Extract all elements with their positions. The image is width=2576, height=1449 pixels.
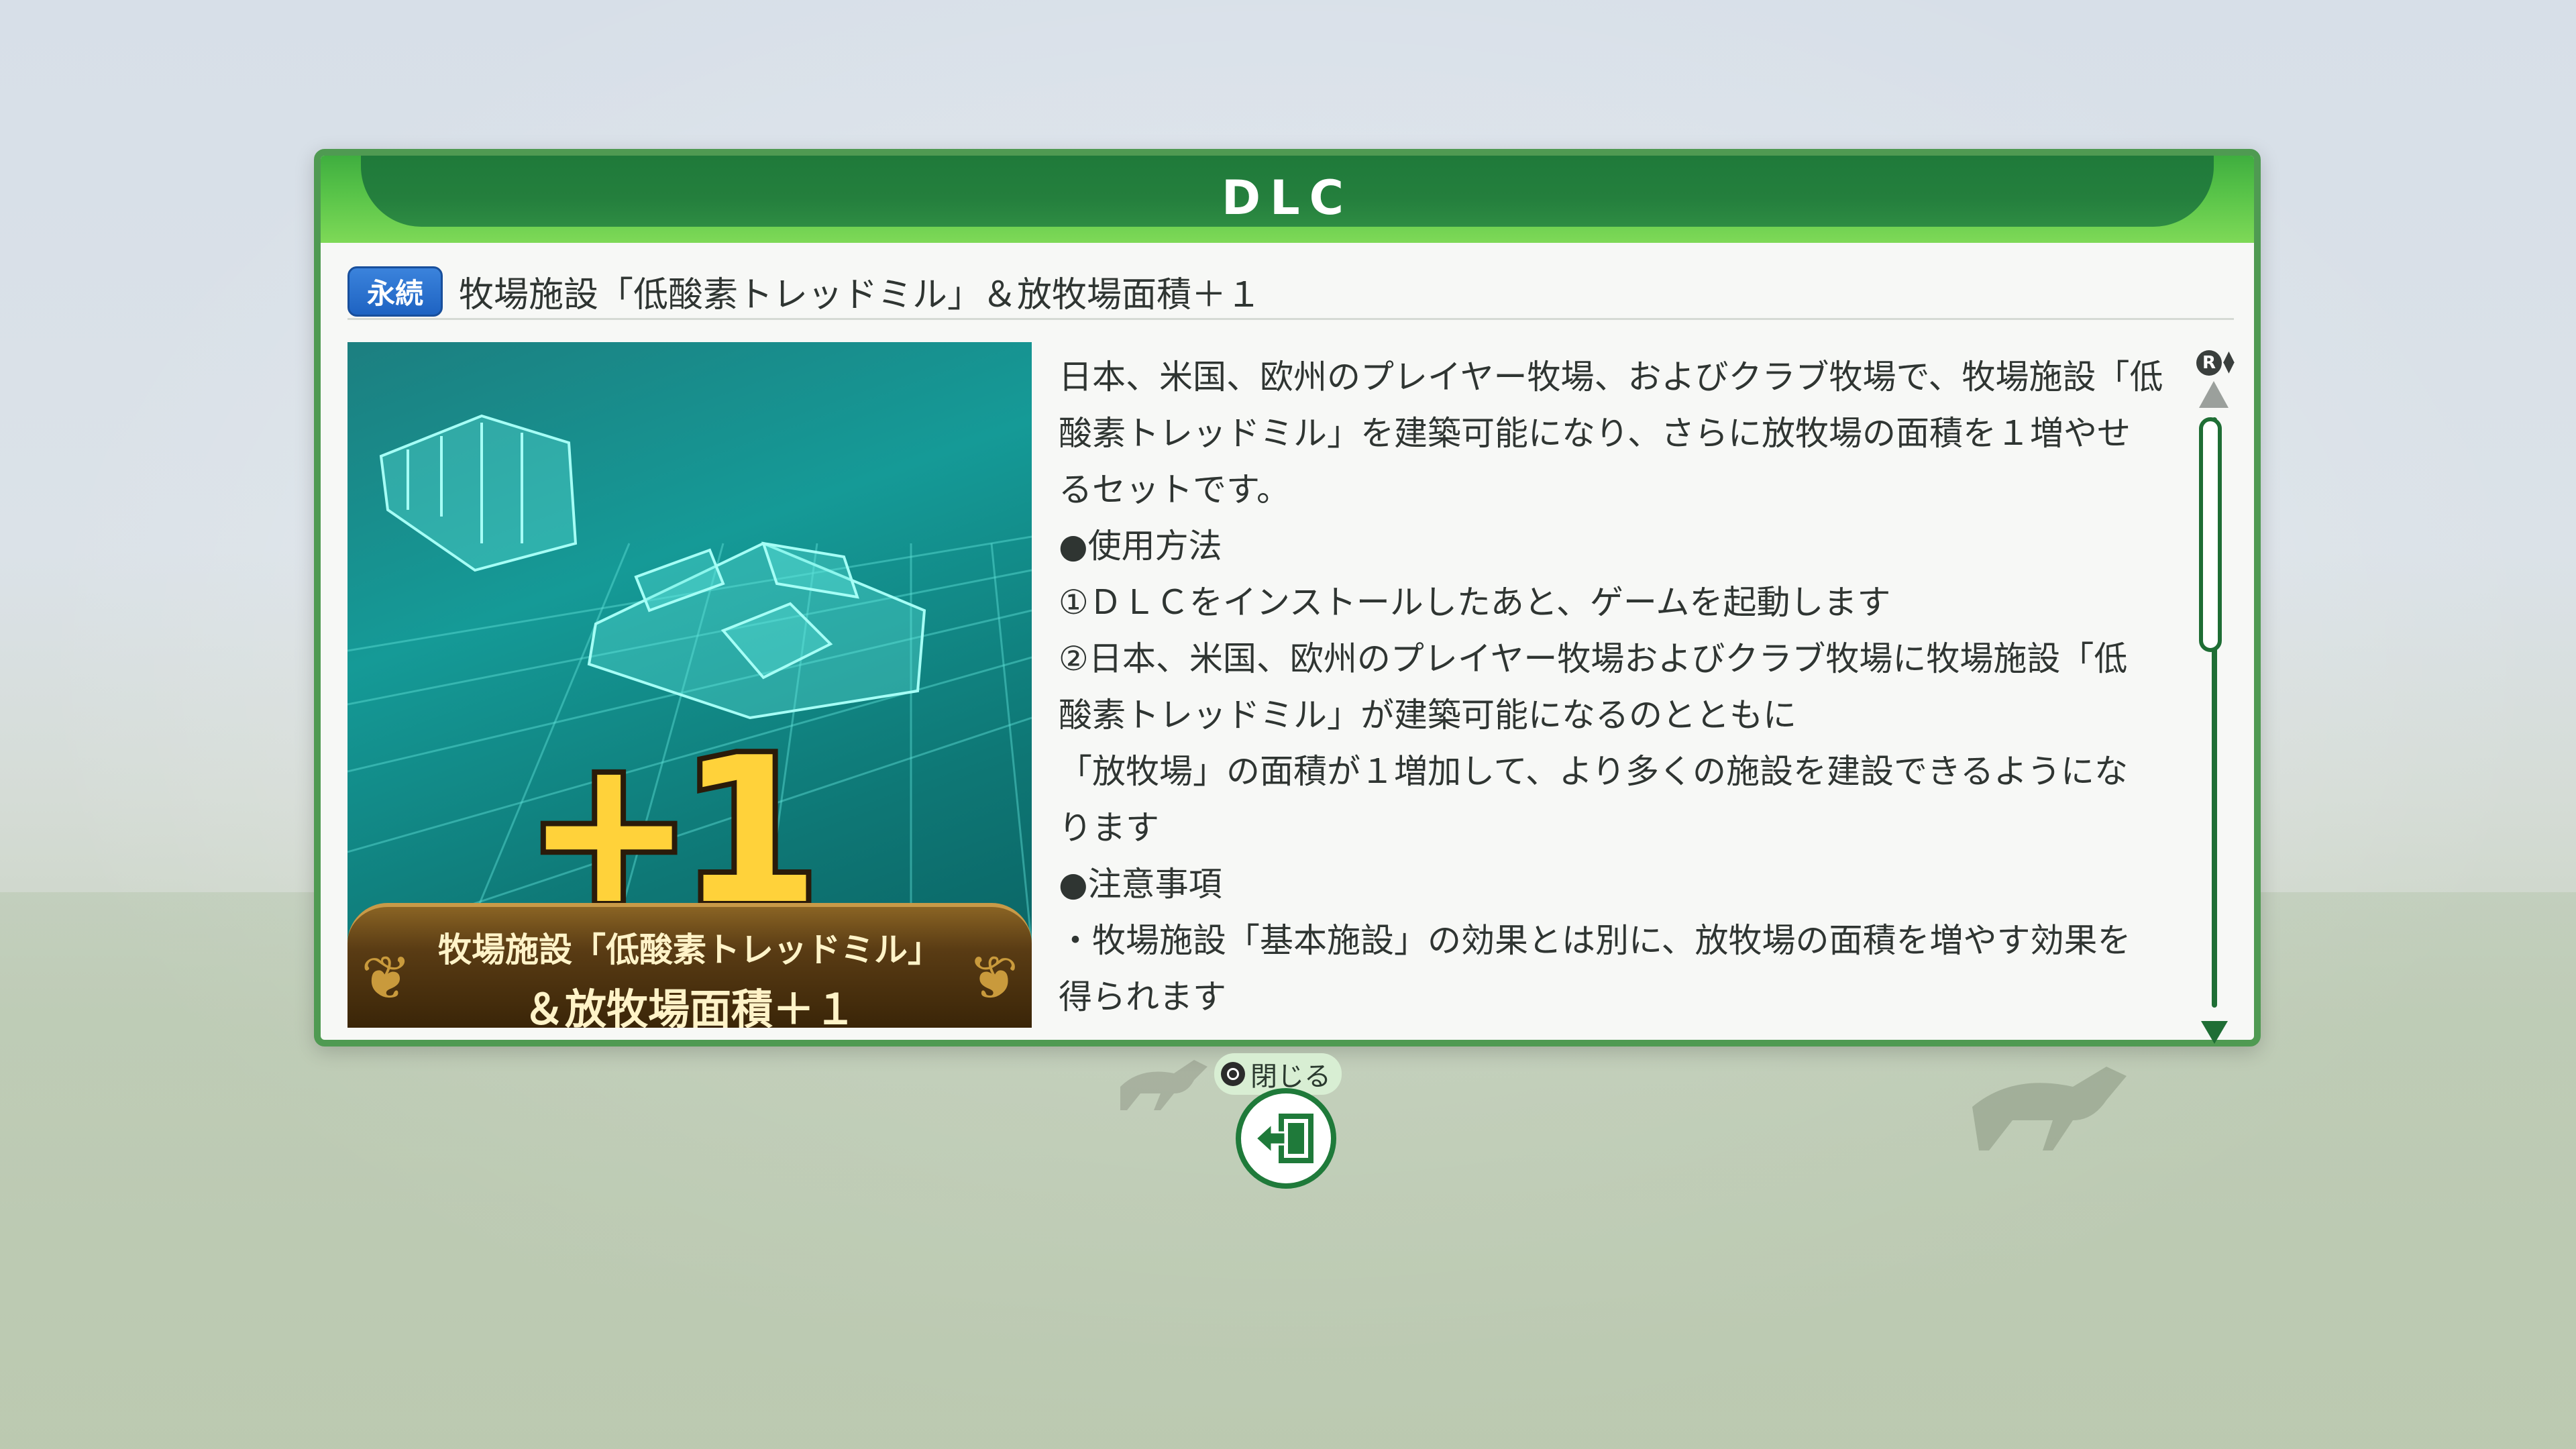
image-banner: ❦ ❦ 牧場施設「低酸素トレッドミル」 ＆放牧場面積＋１ [347, 903, 1032, 1028]
close-label: 閉じる [1250, 1061, 1331, 1092]
background-horse-icon [1120, 1060, 1208, 1110]
description-line: 酸素トレッドミル」を建築可能になり、さらに放牧場の面積を１増やせ [1059, 414, 2131, 453]
description-line: 酸素トレッドミル」が建築可能になるのとともに [1059, 696, 1796, 735]
close-control[interactable]: 閉じる [1214, 1053, 1362, 1189]
dialog-header: DLC [321, 156, 2254, 243]
dlc-dialog: DLC 永続 牧場施設「低酸素トレッドミル」＆放牧場面積＋１ +1 ❦ ❦ 牧場… [314, 149, 2261, 1046]
banner-line1: 牧場施設「低酸素トレッドミル」 [438, 930, 941, 969]
description-text[interactable]: 日本、米国、欧州のプレイヤー牧場、およびクラブ牧場で、牧場施設「低 酸素トレッド… [1059, 349, 2199, 1026]
scroll-down-arrow-icon[interactable] [2201, 1021, 2228, 1044]
banner-line2: ＆放牧場面積＋１ [523, 985, 856, 1028]
scrollbar[interactable]: R ▲ ▼ [2192, 350, 2246, 1155]
description-line: るセットです。 [1059, 470, 1290, 509]
dialog-header-bar: DLC [361, 156, 2214, 227]
r-stick-icon: R [2196, 350, 2222, 376]
dialog-title: DLC [1221, 170, 1354, 225]
description-line: 得られます [1059, 977, 1226, 1016]
close-button[interactable] [1236, 1088, 1336, 1189]
description-line: ●注意事項 [1059, 865, 1222, 904]
description-line: 日本、米国、欧州のプレイヤー牧場、およびクラブ牧場で、牧場施設「低 [1059, 358, 2163, 396]
description-line: ●使用方法 [1059, 527, 1222, 566]
item-name: 牧場施設「低酸素トレッドミル」＆放牧場面積＋１ [459, 274, 1262, 315]
permanent-badge: 永続 [347, 266, 443, 317]
laurel-left-icon: ❦ [361, 943, 412, 1014]
description-line: ②日本、米国、欧州のプレイヤー牧場およびクラブ牧場に牧場施設「低 [1059, 639, 2128, 678]
exit-door-icon [1254, 1114, 1313, 1163]
description-line: ①ＤＬＣをインストールしたあと、ゲームを起動します [1059, 583, 1891, 622]
circle-button-icon [1221, 1062, 1245, 1086]
description-line: 「放牧場」の面積が１増加して、より多くの施設を建設できるようにな [1059, 752, 2128, 791]
dlc-image: +1 ❦ ❦ 牧場施設「低酸素トレッドミル」 ＆放牧場面積＋１ [347, 342, 1032, 1028]
background-horse-icon [1972, 1067, 2127, 1150]
item-title-row: 永続 牧場施設「低酸素トレッドミル」＆放牧場面積＋１ [347, 264, 2234, 320]
scroll-updown-icon: ▲ ▼ [2223, 348, 2235, 376]
plus-one-label: +1 [519, 714, 825, 949]
scroll-up-arrow-icon[interactable] [2199, 381, 2229, 408]
description-line: ・牧場施設「基本施設」の効果とは別に、放牧場の面積を増やす効果を [1059, 921, 2131, 960]
laurel-right-icon: ❦ [967, 943, 1018, 1014]
scroll-thumb[interactable] [2199, 417, 2222, 652]
description-line: ります [1059, 808, 1159, 847]
